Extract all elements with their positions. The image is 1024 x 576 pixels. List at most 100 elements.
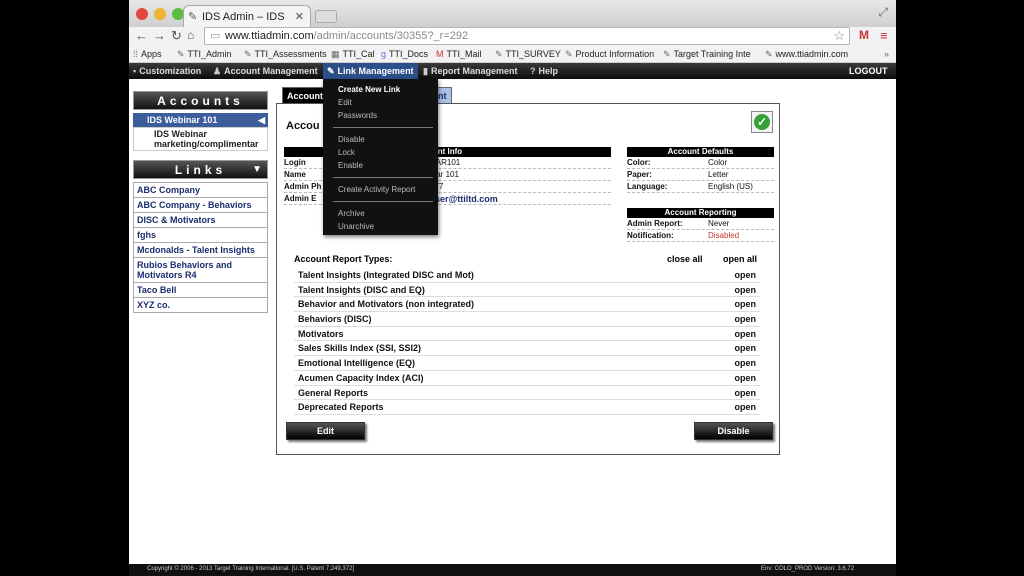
report-type-row[interactable]: Talent Insights (Integrated DISC and Mot… [294, 268, 760, 283]
gmail-icon[interactable]: M [859, 28, 869, 42]
report-type-row[interactable]: Sales Skills Index (SSI, SSI2) open [294, 341, 760, 357]
bookmark-target-training[interactable]: ✎ Target Training Inte [663, 49, 751, 60]
bookmark-tti-admin[interactable]: ✎ TTI_Admin [177, 49, 232, 60]
nav-report-management[interactable]: ▮ Report Management [423, 66, 517, 77]
report-type-row[interactable]: Acumen Capacity Index (ACI) open [294, 371, 760, 386]
open-link[interactable]: open [735, 312, 757, 326]
language-row: Language: English (US) [627, 181, 774, 193]
selected-account[interactable]: IDS Webinar 101 ◀ [133, 113, 268, 127]
more-bookmarks-icon[interactable]: » [884, 49, 889, 59]
open-link[interactable]: open [735, 297, 757, 311]
link-item[interactable]: ABC Company [133, 182, 268, 198]
close-all-link[interactable]: close all [667, 254, 703, 264]
page-footer: Copyright © 2006 - 2013 Target Training … [129, 564, 896, 576]
open-link[interactable]: open [735, 386, 757, 400]
fullscreen-icon[interactable]: ⤢ [878, 5, 888, 20]
report-type-row[interactable]: General Reports open [294, 386, 760, 401]
bookmark-tti-assessments[interactable]: ✎ TTI_Assessments [244, 49, 327, 60]
users-icon: ♟ [213, 66, 222, 76]
accounts-panel-title: Accounts [133, 91, 268, 110]
back-icon[interactable]: ← [135, 28, 148, 43]
reload-icon[interactable]: ↻ [171, 28, 182, 44]
account-defaults-header: Account Defaults [627, 147, 774, 157]
link-item[interactable]: ABC Company - Behaviors [133, 198, 268, 213]
links-panel: Links ▼ ABC Company ABC Company - Behavio… [133, 160, 268, 313]
open-all-link[interactable]: open all [723, 254, 757, 264]
menu-item-unarchive[interactable]: Unarchive [338, 222, 374, 231]
link-icon: ✎ [495, 49, 503, 59]
menu-item-lock[interactable]: Lock [338, 148, 355, 157]
tab-account[interactable]: Account [282, 87, 328, 103]
close-window-button[interactable] [136, 8, 148, 20]
forward-icon[interactable]: → [153, 28, 166, 43]
menu-item-create-activity-report[interactable]: Create Activity Report [338, 185, 415, 194]
report-type-row[interactable]: Behavior and Motivators (non integrated)… [294, 297, 760, 313]
chevron-down-icon[interactable]: ▼ [252, 164, 262, 175]
link-item[interactable]: Mcdonalds - Talent Insights [133, 243, 268, 258]
nav-help[interactable]: ? Help [530, 66, 558, 76]
page-icon: ▭ [210, 30, 221, 42]
wrench-icon: ▪ [133, 66, 137, 76]
new-tab-button[interactable] [315, 10, 337, 23]
open-link[interactable]: open [735, 356, 757, 370]
link-item[interactable]: Taco Bell [133, 283, 268, 298]
home-icon[interactable]: ⌂ [187, 28, 194, 42]
bookmark-ttiadmin[interactable]: ✎ www.ttiadmin.com [765, 49, 848, 60]
links-panel-title: Links [174, 163, 227, 177]
open-link[interactable]: open [735, 341, 757, 355]
address-bar[interactable]: ▭ www.ttiadmin.com/admin/accounts/30355?… [204, 27, 850, 45]
report-type-row[interactable]: Deprecated Reports open [294, 400, 760, 415]
collapse-arrow-icon[interactable]: ◀ [258, 115, 265, 126]
menu-item-enable[interactable]: Enable [338, 161, 363, 170]
bookmark-tti-cal[interactable]: ▦ TTI_Cal [331, 49, 375, 60]
report-type-row[interactable]: Motivators open [294, 327, 760, 342]
menu-item-passwords[interactable]: Passwords [338, 111, 377, 120]
open-link[interactable]: open [735, 400, 757, 414]
report-types-list: Talent Insights (Integrated DISC and Mot… [294, 268, 760, 415]
bookmark-tti-docs[interactable]: g TTI_Docs [381, 49, 428, 59]
link-item[interactable]: DISC & Motivators [133, 213, 268, 228]
disable-button[interactable]: Disable [694, 422, 773, 440]
report-type-row[interactable]: Behaviors (DISC) open [294, 312, 760, 327]
link-icon: ✎ [765, 49, 773, 59]
open-link[interactable]: open [735, 268, 757, 282]
bookmark-tti-survey[interactable]: ✎ TTI_SURVEY [495, 49, 561, 60]
tab-close-icon[interactable]: ✕ [295, 10, 304, 23]
menu-item-disable[interactable]: Disable [338, 135, 365, 144]
account-reporting-box: Account Reporting Admin Report: Never Not… [627, 208, 774, 242]
link-item[interactable]: XYZ co. [133, 298, 268, 313]
nav-account-management[interactable]: ♟ Account Management [213, 66, 318, 77]
links-list: ABC Company ABC Company - Behaviors DISC… [133, 182, 268, 313]
browser-toolbar: ← → ↻ ⌂ ▭ www.ttiadmin.com/admin/account… [129, 27, 896, 46]
nav-link-management[interactable]: ✎ Link Management [323, 63, 418, 79]
bookmark-apps[interactable]: ⁞⁞ Apps [133, 49, 162, 59]
open-link[interactable]: open [735, 327, 757, 341]
bookmark-star-icon[interactable]: ☆ [833, 28, 845, 44]
report-type-row[interactable]: Talent Insights (DISC and EQ) open [294, 283, 760, 298]
sub-account-item[interactable]: IDS Webinar marketing/complimentar [133, 127, 268, 151]
logout-link[interactable]: LOGOUT [849, 66, 888, 76]
pencil-icon: ✎ [327, 66, 335, 76]
bookmark-tti-mail[interactable]: M TTI_Mail [436, 49, 482, 59]
bookmarks-bar: ⁞⁞ Apps ✎ TTI_Admin ✎ TTI_Assessments ▦ TTI_… [129, 46, 896, 63]
admin-email-link[interactable]: sser@ttiltd.com [430, 193, 498, 205]
menu-item-edit[interactable]: Edit [338, 98, 352, 107]
browser-tab[interactable]: ✎ IDS Admin – IDS ✕ [183, 5, 311, 27]
status-check-button[interactable]: ✓ [751, 111, 773, 133]
report-type-row[interactable]: Emotional Intelligence (EQ) open [294, 356, 760, 371]
links-panel-header: Links ▼ [133, 160, 268, 179]
link-icon: ✎ [244, 49, 252, 59]
edit-button[interactable]: Edit [286, 422, 365, 440]
open-link[interactable]: open [735, 283, 757, 297]
menu-divider [333, 177, 433, 178]
nav-customization[interactable]: ▪ Customization [133, 66, 201, 76]
link-icon: ✎ [177, 49, 185, 59]
minimize-window-button[interactable] [154, 8, 166, 20]
menu-item-archive[interactable]: Archive [338, 209, 365, 218]
open-link[interactable]: open [735, 371, 757, 385]
menu-item-create-new-link[interactable]: Create New Link [338, 85, 400, 94]
menu-icon[interactable]: ≡ [880, 28, 888, 43]
link-item[interactable]: fghs [133, 228, 268, 243]
link-item[interactable]: Rubios Behaviors and Motivators R4 [133, 258, 268, 283]
bookmark-product-information[interactable]: ✎ Product Information [565, 49, 654, 60]
